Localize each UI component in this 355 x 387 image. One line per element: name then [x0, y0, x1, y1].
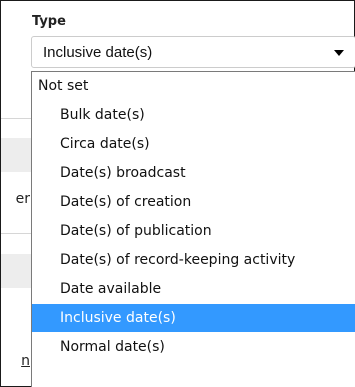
background-label-fragment: er — [15, 191, 30, 207]
dropdown-caret-icon[interactable] — [334, 50, 344, 56]
option-dates-broadcast[interactable]: Date(s) broadcast — [32, 159, 355, 187]
screenshot-frame: er n Type Inclusive date(s) Not set Bulk… — [0, 0, 355, 387]
background-divider — [1, 233, 31, 234]
type-select-value: Inclusive date(s) — [43, 44, 153, 61]
option-not-set[interactable]: Not set — [32, 72, 355, 100]
option-circa-dates[interactable]: Circa date(s) — [32, 130, 355, 158]
option-bulk-dates[interactable]: Bulk date(s) — [32, 101, 355, 129]
background-input — [1, 254, 31, 288]
option-dates-of-creation[interactable]: Date(s) of creation — [32, 188, 355, 216]
option-inclusive-dates[interactable]: Inclusive date(s) — [32, 304, 355, 332]
background-input — [1, 138, 31, 172]
background-link-fragment: n — [21, 353, 30, 369]
option-date-available[interactable]: Date available — [32, 275, 355, 303]
type-field-label: Type — [32, 14, 66, 29]
option-normal-dates[interactable]: Normal date(s) — [32, 333, 355, 361]
option-dates-of-record-keeping-activity[interactable]: Date(s) of record-keeping activity — [32, 246, 355, 274]
option-dates-of-publication[interactable]: Date(s) of publication — [32, 217, 355, 245]
background-divider — [1, 118, 31, 119]
type-select[interactable]: Inclusive date(s) — [31, 36, 355, 68]
type-options-list[interactable]: Not set Bulk date(s) Circa date(s) Date(… — [31, 71, 355, 387]
